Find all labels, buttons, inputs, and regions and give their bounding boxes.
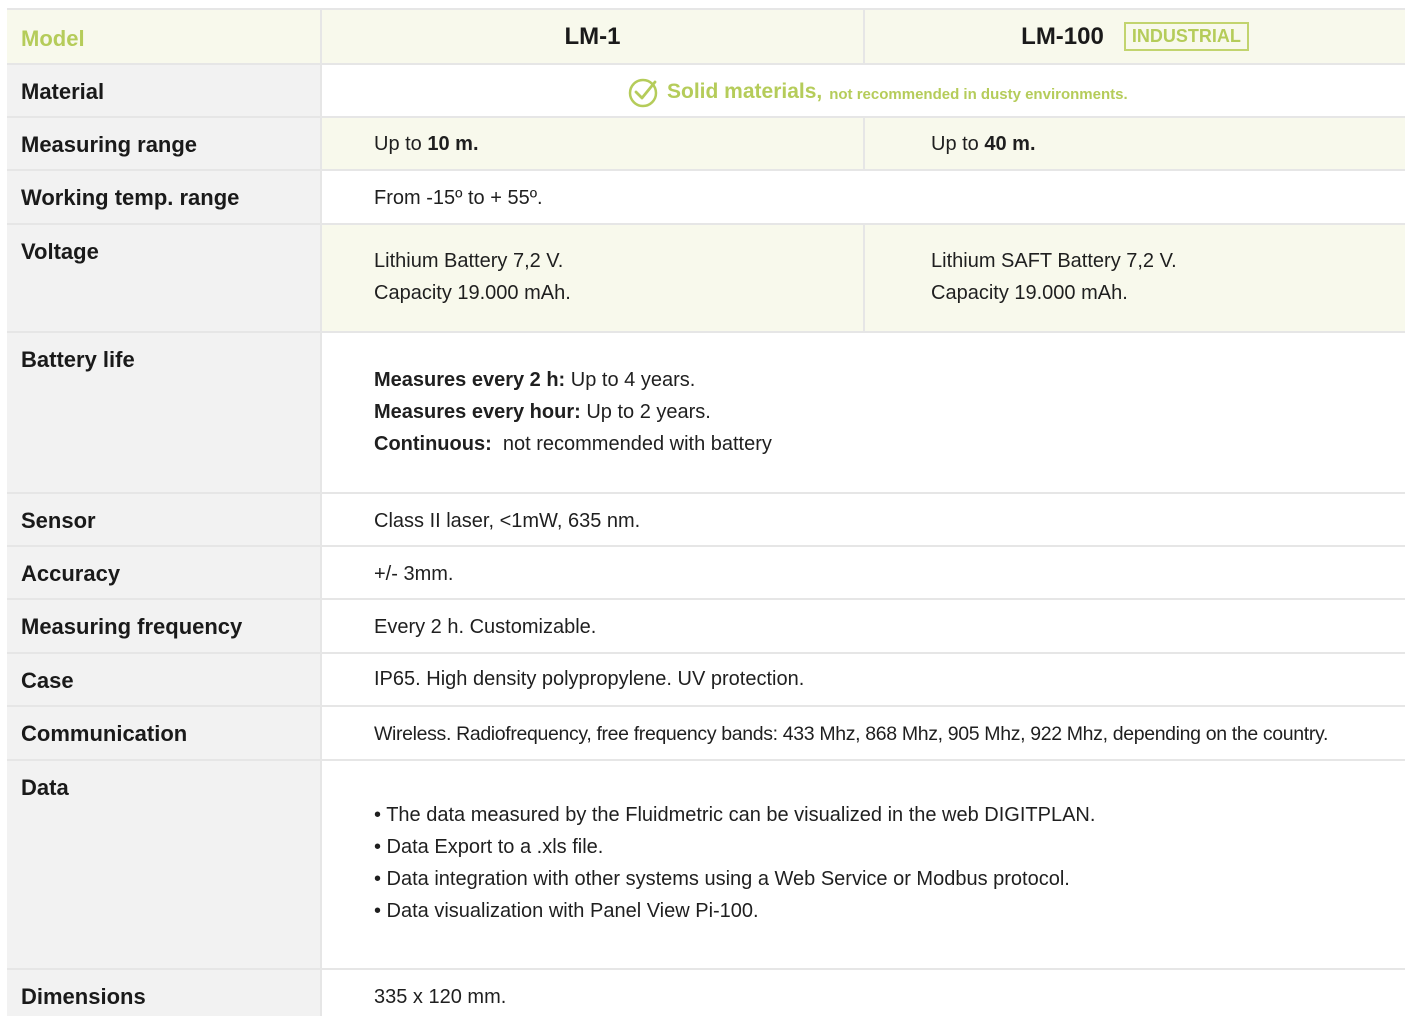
- working-temp-value: From -15º to + 55º.: [374, 187, 543, 209]
- row-label-cell: Accuracy: [7, 547, 320, 598]
- range-lm1-cell: Up to 10 m.: [320, 118, 863, 169]
- range-lm100-cell: Up to 40 m.: [863, 118, 1405, 169]
- model-label: Model: [21, 26, 85, 51]
- sensor-cell: Class II laser, <1mW, 635 nm.: [320, 494, 1405, 545]
- model-name-lm1: LM-1: [564, 22, 621, 50]
- row-label-cell: Data: [7, 761, 320, 968]
- row-working-temp: Working temp. range From -15º to + 55º.: [7, 171, 1405, 225]
- header-row: Model LM-1 LM-100 INDUSTRIAL: [7, 8, 1405, 65]
- list-item: Continuous: not recommended with battery: [374, 433, 772, 455]
- row-data: Data • The data measured by the Fluidmet…: [7, 761, 1405, 970]
- row-label-cell: Working temp. range: [7, 171, 320, 223]
- range-prefix: Up to: [931, 133, 979, 155]
- row-measuring-range: Measuring range Up to 10 m. Up to 40 m.: [7, 118, 1405, 171]
- range-value-lm1: 10 m.: [427, 133, 479, 155]
- row-label: Material: [21, 79, 105, 104]
- row-label: Battery life: [21, 347, 135, 372]
- row-label-cell: Sensor: [7, 494, 320, 545]
- row-label-cell: Case: [7, 654, 320, 705]
- list-item: Measures every 2 h: Up to 4 years.: [374, 369, 696, 391]
- accuracy-cell: +/- 3mm.: [320, 547, 1405, 598]
- row-material: Material Solid materials, not recommende…: [7, 65, 1405, 118]
- list-item: Measures every hour: Up to 2 years.: [374, 401, 711, 423]
- row-label: Dimensions: [21, 984, 146, 1009]
- row-label: Sensor: [21, 508, 96, 533]
- list-item: • Data visualization with Panel View Pi-…: [374, 900, 759, 922]
- check-circle-icon: [628, 78, 658, 108]
- header-col-lm100: LM-100 INDUSTRIAL: [863, 10, 1405, 63]
- list-item: • The data measured by the Fluidmetric c…: [374, 804, 1096, 826]
- capacity-line: Capacity 19.000 mAh.: [374, 282, 571, 304]
- case-cell: IP65. High density polypropylene. UV pro…: [320, 654, 1405, 705]
- row-voltage: Voltage Lithium Battery 7,2 V. Capacity …: [7, 225, 1405, 333]
- working-temp-cell: From -15º to + 55º.: [320, 171, 1405, 223]
- material-value-cell: Solid materials, not recommended in dust…: [320, 65, 1405, 116]
- row-dimensions: Dimensions 335 x 120 mm.: [7, 970, 1405, 1016]
- row-label-cell: Voltage: [7, 225, 320, 331]
- dimensions-cell: 335 x 120 mm.: [320, 970, 1405, 1016]
- voltage-line: Lithium SAFT Battery 7,2 V.: [931, 250, 1177, 272]
- row-accuracy: Accuracy +/- 3mm.: [7, 547, 1405, 600]
- row-label: Communication: [21, 721, 188, 746]
- list-item: • Data integration with other systems us…: [374, 868, 1070, 890]
- header-col-lm1: LM-1: [320, 10, 863, 63]
- material-note: not recommended in dusty environments.: [829, 85, 1128, 103]
- voltage-line: Lithium Battery 7,2 V.: [374, 250, 564, 272]
- sensor-value: Class II laser, <1mW, 635 nm.: [374, 510, 641, 532]
- row-label: Accuracy: [21, 561, 121, 586]
- frequency-cell: Every 2 h. Customizable.: [320, 600, 1405, 652]
- voltage-lm100-cell: Lithium SAFT Battery 7,2 V. Capacity 19.…: [863, 225, 1405, 331]
- row-label-cell: Material: [7, 65, 320, 116]
- battery-life-cell: Measures every 2 h: Up to 4 years. Measu…: [320, 333, 1405, 492]
- row-battery-life: Battery life Measures every 2 h: Up to 4…: [7, 333, 1405, 494]
- frequency-value: Every 2 h. Customizable.: [374, 616, 597, 638]
- range-value-lm100: 40 m.: [984, 133, 1036, 155]
- range-prefix: Up to: [374, 133, 422, 155]
- row-label-cell: Measuring frequency: [7, 600, 320, 652]
- case-value: IP65. High density polypropylene. UV pro…: [374, 668, 805, 690]
- industrial-badge: INDUSTRIAL: [1123, 22, 1249, 51]
- row-case: Case IP65. High density polypropylene. U…: [7, 654, 1405, 707]
- row-label: Data: [21, 775, 69, 800]
- communication-value: Wireless. Radiofrequency, free frequency…: [374, 723, 1329, 745]
- row-label: Measuring frequency: [21, 614, 243, 639]
- row-label: Case: [21, 668, 74, 693]
- list-item: • Data Export to a .xls file.: [374, 836, 604, 858]
- row-measuring-frequency: Measuring frequency Every 2 h. Customiza…: [7, 600, 1405, 654]
- material-bold: Solid materials,: [667, 80, 823, 103]
- row-label-cell: Dimensions: [7, 970, 320, 1016]
- capacity-line: Capacity 19.000 mAh.: [931, 282, 1128, 304]
- model-name-lm100: LM-100: [1021, 22, 1104, 50]
- row-communication: Communication Wireless. Radiofrequency, …: [7, 707, 1405, 761]
- row-label: Measuring range: [21, 132, 198, 157]
- row-label-cell: Measuring range: [7, 118, 320, 169]
- row-label-cell: Battery life: [7, 333, 320, 492]
- accuracy-value: +/- 3mm.: [374, 563, 454, 585]
- data-cell: • The data measured by the Fluidmetric c…: [320, 761, 1405, 968]
- communication-cell: Wireless. Radiofrequency, free frequency…: [320, 707, 1405, 759]
- model-label-cell: Model: [7, 10, 320, 63]
- row-label-cell: Communication: [7, 707, 320, 759]
- row-label: Voltage: [21, 239, 99, 264]
- voltage-lm1-cell: Lithium Battery 7,2 V. Capacity 19.000 m…: [320, 225, 863, 331]
- row-sensor: Sensor Class II laser, <1mW, 635 nm.: [7, 494, 1405, 547]
- dimensions-value: 335 x 120 mm.: [374, 986, 507, 1008]
- row-label: Working temp. range: [21, 185, 240, 210]
